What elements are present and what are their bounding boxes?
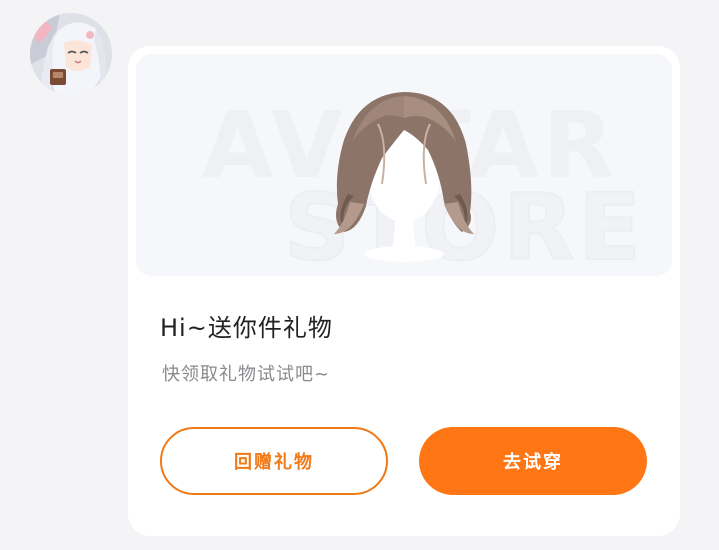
try-on-button[interactable]: 去试穿 — [419, 427, 647, 495]
return-gift-button[interactable]: 回赠礼物 — [160, 427, 388, 495]
gift-banner: AVATAR STORE — [136, 54, 672, 276]
anime-girl-avatar-image — [30, 13, 112, 95]
gift-card: AVATAR STORE Hi~送你件礼物 快领取礼物试试吧~ 回赠礼物 去试穿 — [128, 46, 680, 536]
gift-subtitle: 快领取礼物试试吧~ — [162, 364, 331, 385]
sender-avatar[interactable] — [30, 13, 112, 95]
bob-hairstyle-image — [334, 92, 474, 262]
gift-title: Hi~送你件礼物 — [160, 314, 333, 342]
